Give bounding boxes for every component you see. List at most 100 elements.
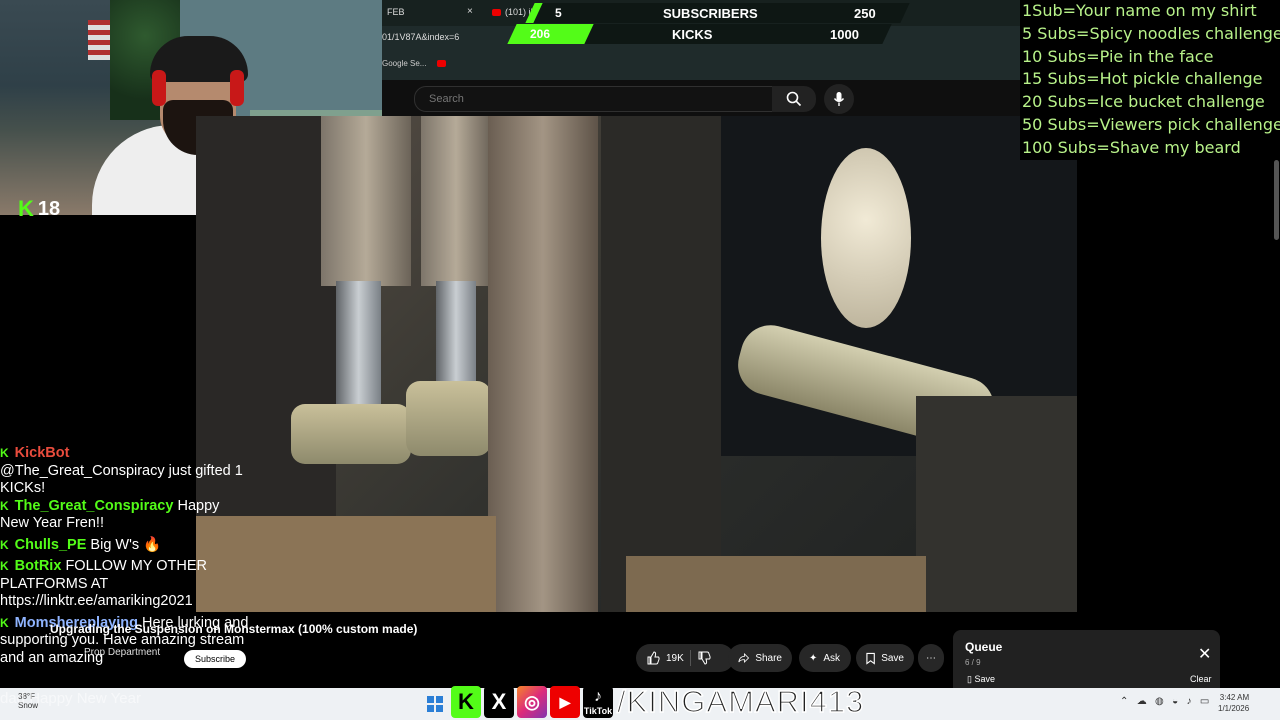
search-box[interactable] bbox=[414, 86, 774, 112]
video-player[interactable] bbox=[196, 116, 1077, 612]
queue-title: Queue bbox=[965, 640, 1003, 654]
kick-logo-icon: K bbox=[451, 686, 481, 718]
voice-search-button[interactable] bbox=[824, 84, 854, 114]
streamer-handle: /KINGAMARI413 bbox=[616, 683, 865, 720]
save-button[interactable]: Save bbox=[856, 644, 914, 672]
kick-badge-icon: K bbox=[0, 498, 9, 513]
search-button[interactable] bbox=[772, 86, 816, 112]
tiktok-label: TikTok bbox=[583, 706, 613, 716]
microphone-icon bbox=[833, 92, 845, 106]
ask-button[interactable]: ✦ Ask bbox=[799, 644, 851, 672]
social-icons: K X ◎ ▶ ♪ TikTok bbox=[451, 686, 613, 718]
chat-username: Chulls_PE bbox=[14, 536, 87, 553]
overlay-snow-text: dad Happy New Year bbox=[0, 690, 141, 707]
share-icon bbox=[738, 652, 750, 664]
chat-message: K KickBot @The_Great_Conspiracy just gift… bbox=[0, 445, 250, 498]
like-icon[interactable] bbox=[646, 651, 660, 665]
save-label: Save bbox=[881, 652, 904, 664]
page-scrollbar[interactable] bbox=[1274, 160, 1279, 240]
challenge-line: 1Sub=Your name on my shirt bbox=[1022, 1, 1257, 20]
video-shock-rod-right bbox=[436, 281, 476, 391]
ask-label: Ask bbox=[823, 652, 841, 664]
tiktok-logo-icon: ♪ TikTok bbox=[583, 686, 613, 718]
challenge-line: 5 Subs=Spicy noodles challenge bbox=[1022, 23, 1280, 43]
youtube-logo-icon: ▶ bbox=[550, 686, 580, 718]
kicks-goal-target: 1000 bbox=[830, 27, 859, 42]
chat-username: BotRix bbox=[14, 558, 62, 574]
search-icon bbox=[786, 91, 802, 107]
clock-time: 3:42 AM bbox=[1219, 693, 1250, 702]
subscriber-goal-label: SUBSCRIBERS bbox=[663, 6, 758, 21]
chat-message: K The_Great_Conspiracy Happy New Year Fre… bbox=[0, 498, 250, 533]
kicks-goal-label: KICKS bbox=[672, 27, 713, 42]
queue-save-label: Save bbox=[974, 674, 995, 684]
chat-username: The_Great_Conspiracy bbox=[14, 497, 174, 514]
x-logo-icon: X bbox=[484, 686, 514, 718]
headset-right bbox=[230, 70, 244, 106]
bookmarks-bar: Google Se... bbox=[382, 59, 450, 68]
bookmark-google[interactable]: Google Se... bbox=[382, 59, 426, 68]
chat-username: KickBot bbox=[14, 445, 70, 461]
challenge-line: 50 Subs=Viewers pick challenge bbox=[1022, 114, 1280, 134]
taskbar-clock[interactable]: 3:42 AM 1/1/2026 bbox=[1218, 692, 1249, 714]
youtube-favicon-icon bbox=[492, 9, 501, 17]
headset-left bbox=[152, 70, 166, 106]
video-spring-stack-left bbox=[291, 404, 411, 464]
subscribe-button[interactable]: Subscribe bbox=[184, 650, 246, 668]
windows-logo-pane bbox=[436, 705, 443, 712]
system-tray[interactable]: ⌃ ☁ ◍ ◒ ♪ ▭ bbox=[1120, 696, 1209, 707]
kick-badge-icon: K bbox=[0, 615, 9, 630]
more-actions-button[interactable]: ⋯ bbox=[918, 644, 944, 672]
dislike-icon[interactable] bbox=[697, 651, 711, 665]
video-shock-body-left bbox=[321, 116, 411, 286]
channel-name[interactable]: Prop Department bbox=[84, 647, 160, 658]
video-shock-rod-left bbox=[336, 281, 381, 421]
chat-message: K Chulls_PE Big W's 🔥 bbox=[0, 537, 250, 555]
windows-start-icon[interactable] bbox=[427, 696, 443, 712]
queue-close-icon[interactable]: ✕ bbox=[1198, 644, 1211, 664]
video-bracket bbox=[916, 396, 1077, 612]
video-title: Upgrading the Suspension on Monstermax (… bbox=[50, 622, 418, 636]
windows-logo-pane bbox=[427, 705, 434, 712]
kicks-goal-fill bbox=[507, 24, 594, 44]
video-frame-center bbox=[601, 116, 721, 612]
kicks-goal-current: 206 bbox=[530, 27, 551, 41]
share-button[interactable]: Share bbox=[728, 644, 792, 672]
kick-viewer-count: 18 bbox=[37, 197, 61, 220]
kick-badge-icon: K bbox=[0, 537, 9, 552]
challenge-line: 20 Subs=Ice bucket challenge bbox=[1022, 92, 1265, 112]
bookmark-youtube-icon[interactable] bbox=[436, 60, 446, 68]
video-spring-stack-right bbox=[406, 381, 491, 456]
right-dark-panel bbox=[1077, 160, 1280, 612]
tab-close-icon[interactable]: × bbox=[467, 6, 473, 17]
chat-text: Big W's 🔥 bbox=[90, 536, 162, 553]
queue-panel: Queue 6 / 9 ✕ ▯ Save Clear bbox=[953, 630, 1220, 690]
queue-save-button[interactable]: ▯ Save bbox=[967, 674, 995, 685]
kick-logo-icon: K bbox=[18, 196, 34, 221]
tab-feb[interactable]: FEB bbox=[387, 7, 405, 17]
like-dislike-group: 19K bbox=[636, 644, 734, 672]
more-icon: ⋯ bbox=[926, 652, 936, 664]
queue-clear-button[interactable]: Clear bbox=[1190, 674, 1212, 684]
youtube-header bbox=[382, 80, 1020, 116]
subscriber-goal-current: 5 bbox=[555, 6, 562, 20]
subscriber-goal-target: 250 bbox=[854, 6, 876, 21]
windows-logo-pane bbox=[436, 696, 443, 703]
instagram-logo-icon: ◎ bbox=[517, 686, 547, 718]
chat-text: @The_Great_Conspiracy just gifted 1 KICK… bbox=[0, 462, 243, 497]
video-main-beam bbox=[488, 116, 598, 612]
kick-badge-icon: K bbox=[0, 559, 9, 573]
chat-message: K BotRix FOLLOW MY OTHER PLATFORMS AT htt… bbox=[0, 558, 250, 611]
video-dirt-right bbox=[626, 556, 926, 612]
search-input[interactable] bbox=[427, 92, 761, 106]
video-shock-body-right bbox=[421, 116, 491, 286]
like-count[interactable]: 19K bbox=[666, 653, 684, 664]
challenge-line: 100 Subs=Shave my beard bbox=[1022, 137, 1241, 157]
sparkle-icon: ✦ bbox=[809, 652, 818, 664]
clock-date: 1/1/2026 bbox=[1218, 704, 1250, 713]
address-bar[interactable]: 01/1V87A&index=6 bbox=[382, 32, 459, 42]
challenge-line: 10 Subs=Pie in the face bbox=[1022, 46, 1214, 66]
sub-challenge-list: 1Sub=Your name on my shirt 5 Subs=Spicy … bbox=[1020, 0, 1280, 160]
video-air-bag bbox=[821, 148, 911, 328]
bookmark-icon bbox=[866, 652, 875, 665]
